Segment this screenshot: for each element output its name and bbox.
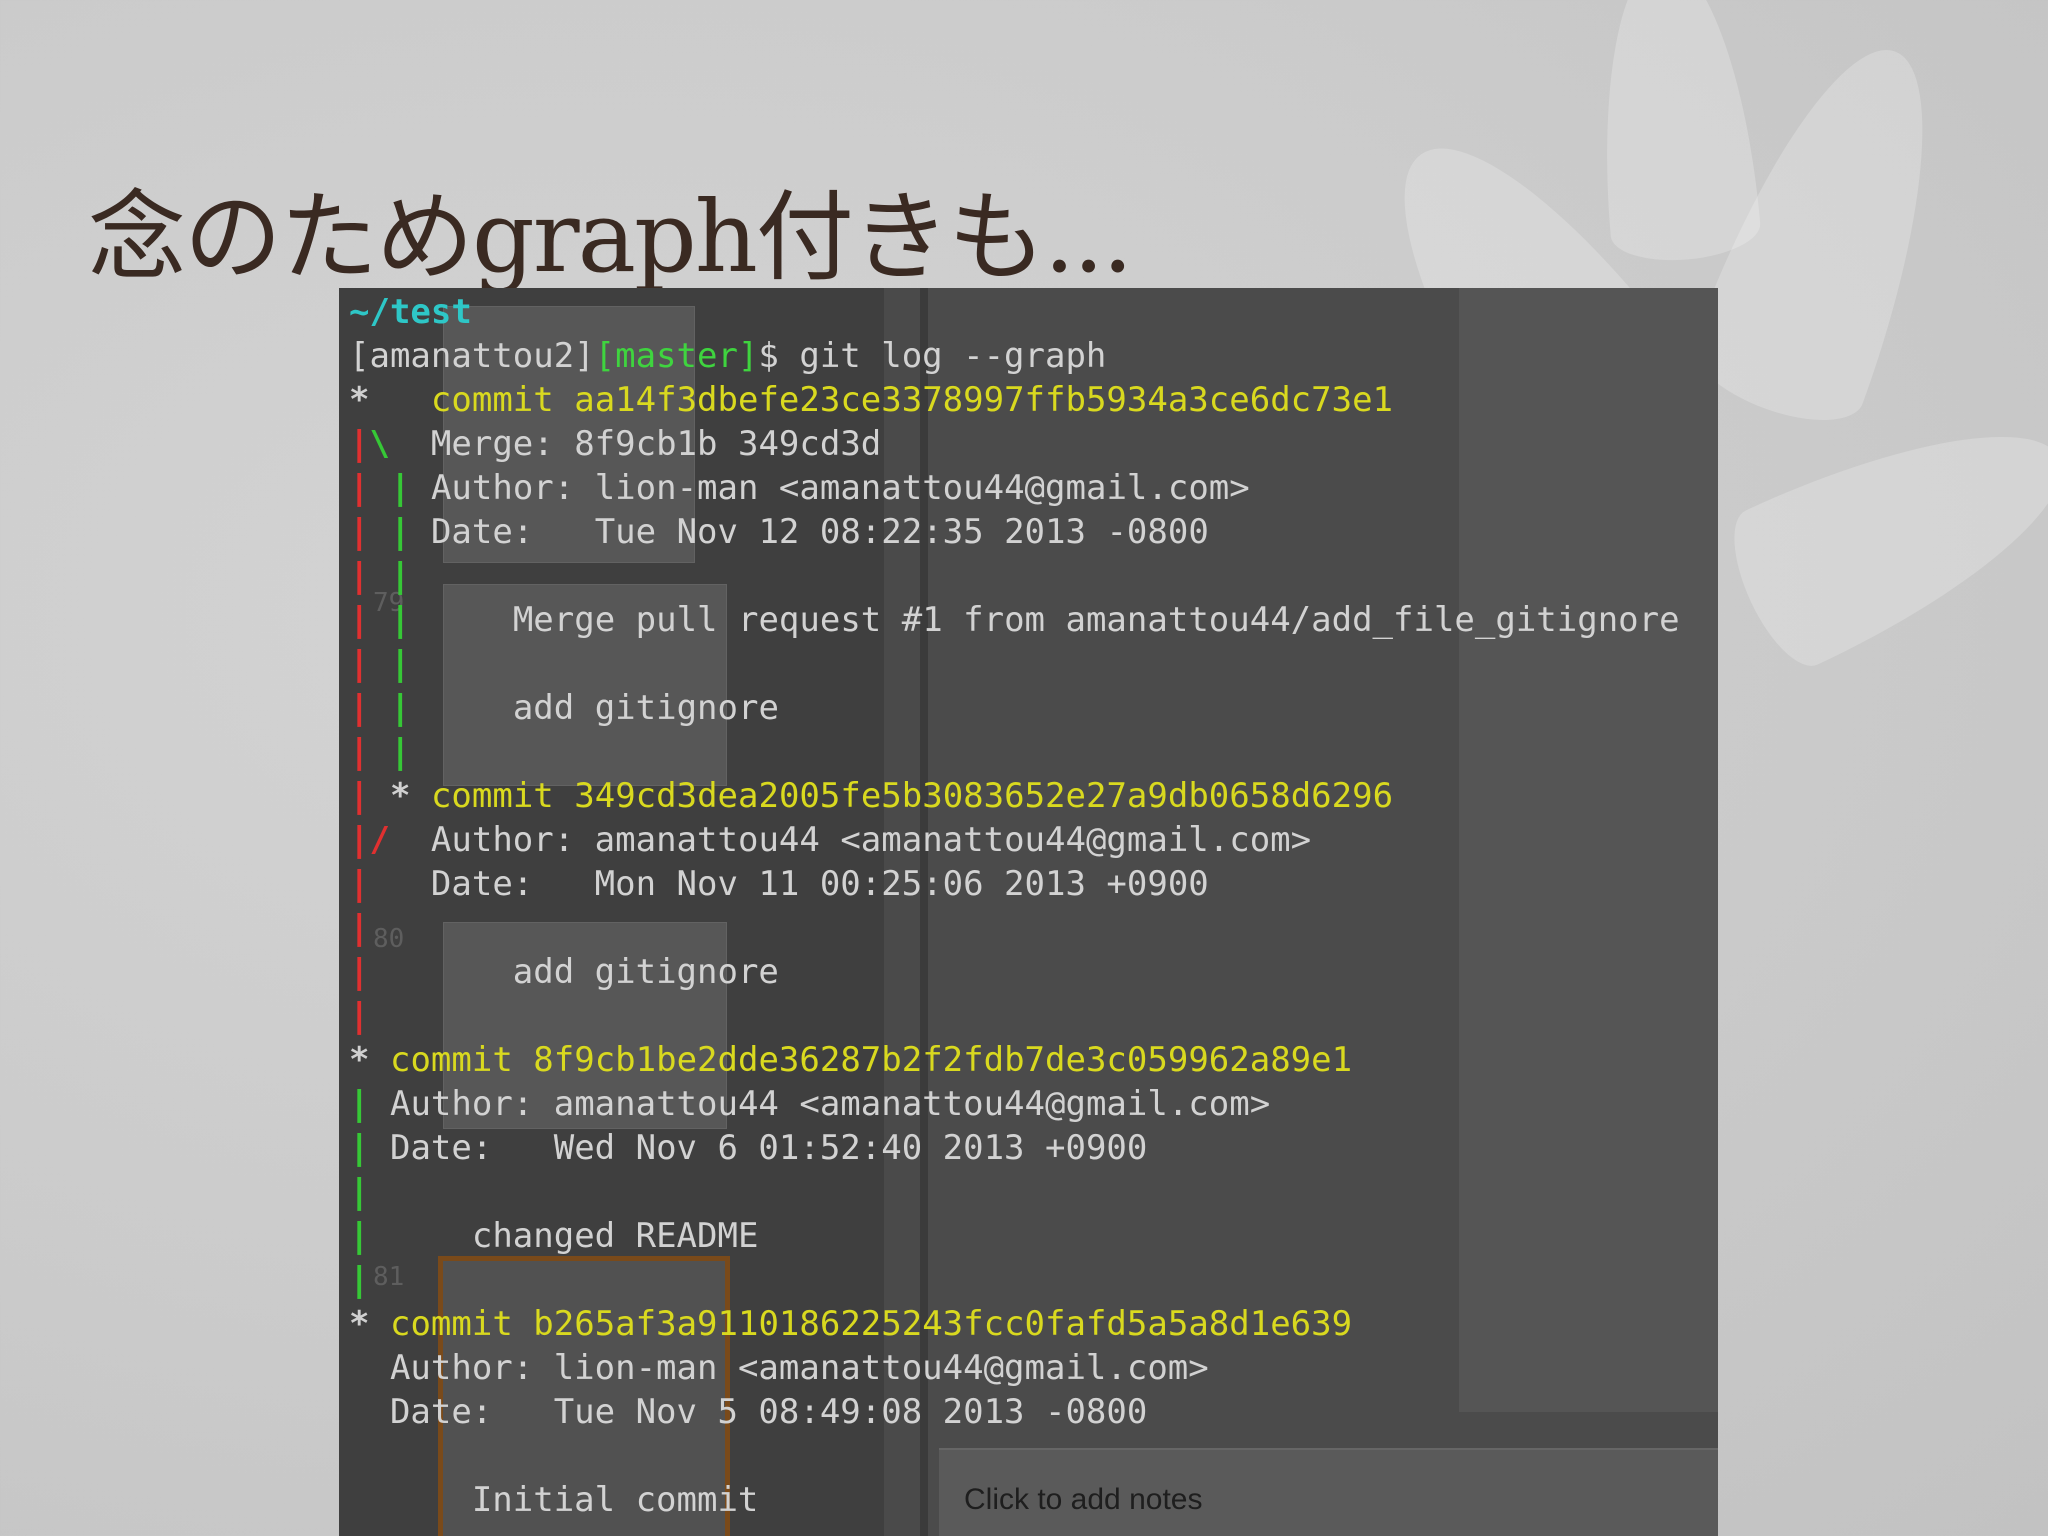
commit-author: Author: amanattou44 <amanattou44@gmail.c…	[389, 1084, 1271, 1124]
graph-line: |	[349, 906, 369, 950]
commit-keyword: commit	[430, 380, 554, 420]
background-leaf-decoration	[1715, 381, 2048, 679]
slide-title: 念のためgraph付きも...	[88, 181, 1133, 295]
path-line: ~/test	[349, 290, 472, 334]
commit-merge: Merge: 8f9cb1b 349cd3d	[430, 424, 882, 464]
graph-pipe: |	[349, 820, 370, 860]
commit-line: | * commit 349cd3dea2005fe5b3083652e27a9…	[349, 774, 1393, 818]
graph-star: *	[349, 1304, 370, 1344]
graph-pipe: |	[349, 1084, 370, 1124]
graph-pipe: |	[349, 1260, 370, 1300]
graph-backslash: \	[369, 424, 390, 464]
prompt-symbol: $	[758, 336, 800, 376]
command-text: git log --graph	[799, 336, 1107, 376]
graph-pipe: |	[349, 776, 370, 816]
graph-star: *	[389, 776, 411, 816]
graph-pipe: |	[349, 600, 370, 640]
graph-pipe: |	[389, 644, 411, 684]
graph-pipe: |	[349, 644, 370, 684]
commit-line: * commit aa14f3dbefe23ce3378997ffb5934a3…	[349, 378, 1393, 422]
commit-author: Author: lion-man <amanattou44@gmail.com>	[430, 468, 1250, 508]
commit-message: Initial commit	[471, 1480, 759, 1520]
graph-pipe: |	[349, 424, 370, 464]
graph-line: | |	[349, 642, 410, 686]
graph-line: | |	[349, 554, 410, 598]
author-line: Author: lion-man <amanattou44@gmail.com>	[349, 1346, 1209, 1390]
commit-keyword: commit	[389, 1040, 513, 1080]
date-line: | Date: Mon Nov 11 00:25:06 2013 +0900	[349, 862, 1209, 906]
graph-pipe: |	[349, 1216, 370, 1256]
graph-line: |	[349, 994, 369, 1038]
background-leaf-decoration	[1587, 0, 1763, 266]
commit-keyword: commit	[430, 776, 554, 816]
commit-hash: aa14f3dbefe23ce3378997ffb5934a3ce6dc73e1	[574, 380, 1394, 420]
message-line: | changed README	[349, 1214, 758, 1258]
commit-line: * commit b265af3a9110186225243fcc0fafd5a…	[349, 1302, 1352, 1346]
message-line: | | add gitignore	[349, 686, 779, 730]
commit-hash: b265af3a9110186225243fcc0fafd5a5a8d1e639	[533, 1304, 1353, 1344]
commit-author: Author: amanattou44 <amanattou44@gmail.c…	[430, 820, 1312, 860]
commit-message: add gitignore	[512, 688, 779, 728]
message-line: | | Merge pull request #1 from amanattou…	[349, 598, 1680, 642]
graph-pipe: |	[389, 732, 411, 772]
graph-pipe: |	[349, 732, 370, 772]
commit-date: Date: Mon Nov 11 00:25:06 2013 +0900	[430, 864, 1209, 904]
graph-pipe: |	[389, 688, 411, 728]
graph-line: |	[349, 1258, 369, 1302]
graph-pipe: |	[349, 952, 370, 992]
commit-date: Date: Wed Nov 6 01:52:40 2013 +0900	[389, 1128, 1148, 1168]
graph-pipe: |	[349, 556, 370, 596]
graph-pipe: |	[389, 556, 411, 596]
commit-date: Date: Tue Nov 12 08:22:35 2013 -0800	[430, 512, 1209, 552]
commit-message: changed README	[471, 1216, 759, 1256]
date-line: Date: Tue Nov 5 08:49:08 2013 -0800	[349, 1390, 1147, 1434]
graph-slash: /	[369, 820, 390, 860]
graph-line: | |	[349, 730, 410, 774]
prompt-line: [amanattou2][master]$ git log --graph	[349, 334, 1106, 378]
graph-pipe: |	[349, 468, 370, 508]
commit-message: Merge pull request #1 from amanattou44/a…	[512, 600, 1680, 640]
author-line: | | Author: lion-man <amanattou44@gmail.…	[349, 466, 1250, 510]
graph-line: |	[349, 1170, 369, 1214]
commit-message: add gitignore	[512, 952, 779, 992]
graph-pipe: |	[349, 996, 370, 1036]
merge-line: |\ Merge: 8f9cb1b 349cd3d	[349, 422, 881, 466]
message-line: Initial commit	[349, 1478, 759, 1522]
commit-hash: 8f9cb1be2dde36287b2f2fdb7de3c059962a89e1	[533, 1040, 1353, 1080]
graph-star: *	[349, 1040, 370, 1080]
terminal-screenshot: Click to add notes 79 80 81 ~/test [aman…	[339, 288, 1718, 1536]
graph-pipe: |	[389, 512, 411, 552]
commit-author: Author: lion-man <amanattou44@gmail.com>	[389, 1348, 1209, 1388]
commit-hash: 349cd3dea2005fe5b3083652e27a9db0658d6296	[574, 776, 1394, 816]
terminal-output: ~/test [amanattou2][master]$ git log --g…	[339, 288, 1718, 1536]
prompt-branch: [master]	[594, 336, 759, 376]
date-line: | | Date: Tue Nov 12 08:22:35 2013 -0800	[349, 510, 1209, 554]
graph-star: *	[349, 380, 370, 420]
message-line: | add gitignore	[349, 950, 779, 994]
graph-pipe: |	[349, 908, 370, 948]
path-text: ~/test	[349, 292, 472, 332]
graph-pipe: |	[389, 600, 411, 640]
graph-pipe: |	[349, 1128, 370, 1168]
commit-line: * commit 8f9cb1be2dde36287b2f2fdb7de3c05…	[349, 1038, 1352, 1082]
date-line: | Date: Wed Nov 6 01:52:40 2013 +0900	[349, 1126, 1147, 1170]
author-line: | Author: amanattou44 <amanattou44@gmail…	[349, 1082, 1270, 1126]
commit-keyword: commit	[389, 1304, 513, 1344]
graph-pipe: |	[349, 1172, 370, 1212]
commit-date: Date: Tue Nov 5 08:49:08 2013 -0800	[389, 1392, 1148, 1432]
graph-pipe: |	[389, 468, 411, 508]
graph-pipe: |	[349, 688, 370, 728]
prompt-user: [amanattou2]	[349, 336, 595, 376]
graph-pipe: |	[349, 512, 370, 552]
author-line: |/ Author: amanattou44 <amanattou44@gmai…	[349, 818, 1311, 862]
graph-pipe: |	[349, 864, 370, 904]
